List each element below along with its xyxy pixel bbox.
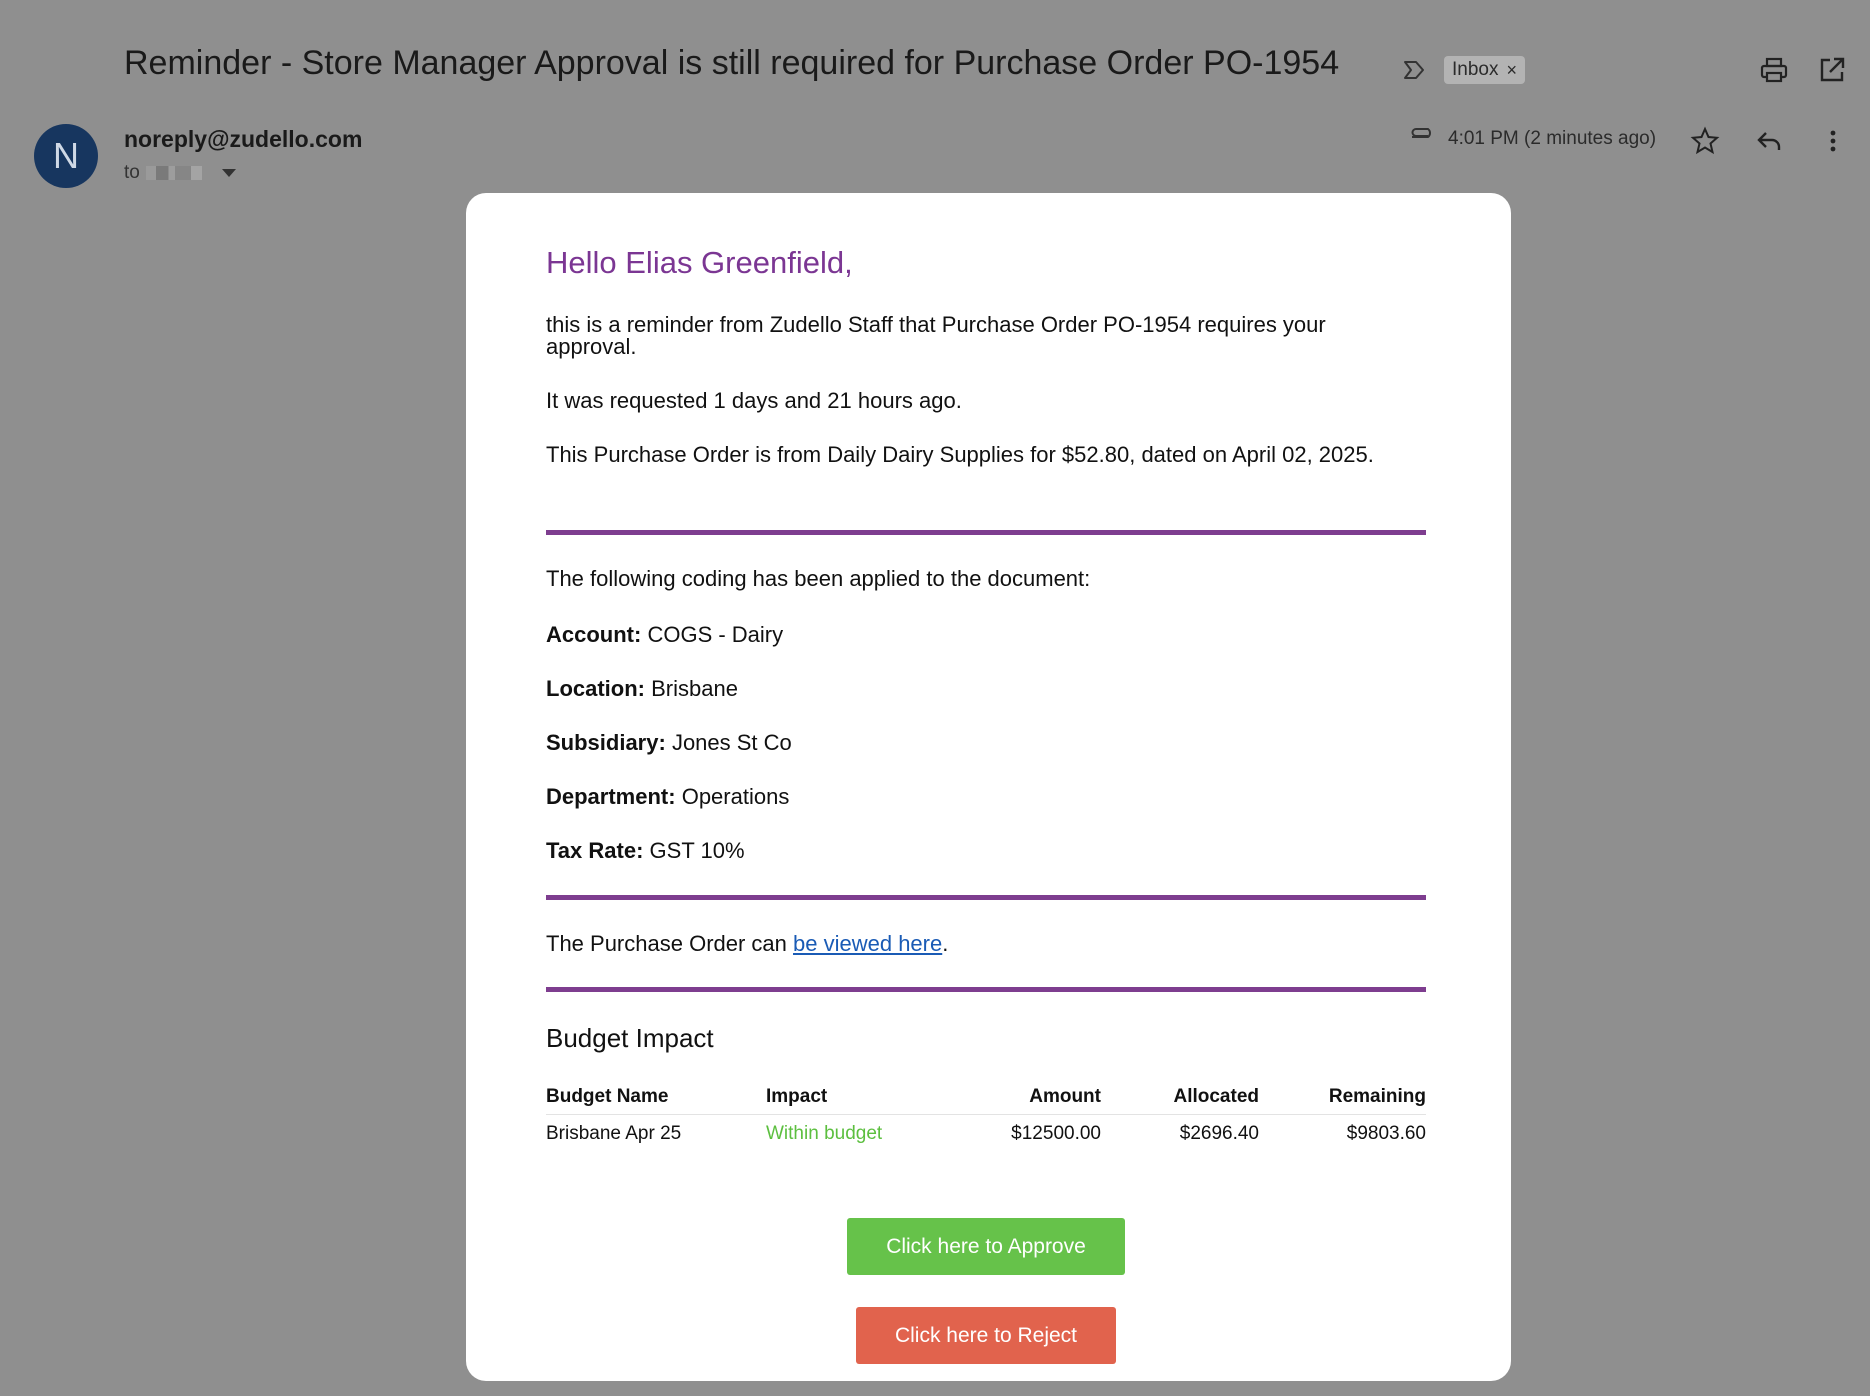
requested-paragraph: It was requested 1 days and 21 hours ago… [546, 388, 962, 413]
table-row: Brisbane Apr 25 Within budget $12500.00 … [546, 1115, 1426, 1146]
coding-department: Department: Operations [546, 784, 789, 810]
coding-label: Subsidiary: [546, 730, 666, 755]
divider [546, 530, 1426, 535]
divider [546, 987, 1426, 992]
attachment-icon [1411, 128, 1431, 138]
view-prefix: The Purchase Order can [546, 931, 794, 956]
open-in-new-window-icon[interactable] [1816, 54, 1848, 86]
greeting: Hello Elias Greenfield, [546, 245, 853, 280]
coding-intro: The following coding has been applied to… [546, 566, 1091, 591]
amount-cell: $12500.00 [1011, 1123, 1101, 1144]
chevron-down-icon[interactable] [221, 169, 236, 177]
column-header: Budget Name [546, 1086, 766, 1115]
reply-icon[interactable] [1754, 126, 1784, 156]
coding-label: Tax Rate: [546, 838, 644, 863]
column-header: Impact [766, 1086, 936, 1115]
sender-email: noreply@zudello.com [124, 126, 363, 152]
view-po-link[interactable]: be viewed here [793, 931, 942, 956]
view-po-line: The Purchase Order can be viewed here. [546, 931, 948, 957]
print-icon[interactable] [1758, 54, 1790, 86]
email-subject: Reminder - Store Manager Approval is sti… [124, 44, 1340, 82]
reminder-paragraph: this is a reminder from Zudello Staff th… [546, 312, 1326, 359]
coding-value: Operations [681, 784, 790, 809]
budget-table: Budget Name Impact Amount Allocated Rema… [546, 1086, 1426, 1145]
divider [546, 895, 1426, 900]
label-arrow-icon[interactable] [1400, 56, 1428, 84]
recipient-line: to [124, 162, 236, 184]
coding-label: Location: [546, 676, 645, 701]
budget-name-cell: Brisbane Apr 25 [546, 1123, 682, 1144]
column-header: Allocated [1101, 1086, 1259, 1115]
budget-header-row: Budget Name Impact Amount Allocated Rema… [546, 1086, 1426, 1115]
coding-account: Account: COGS - Dairy [546, 622, 783, 648]
view-suffix: . [942, 931, 949, 956]
to-label: to [124, 162, 140, 183]
coding-tax-rate: Tax Rate: GST 10% [546, 838, 745, 864]
budget-impact-title: Budget Impact [546, 1023, 714, 1053]
coding-location: Location: Brisbane [546, 676, 738, 702]
approve-button[interactable]: Click here to Approve [847, 1218, 1125, 1275]
inbox-label-text: Inbox [1452, 59, 1499, 80]
more-vert-icon[interactable] [1818, 126, 1848, 156]
star-icon[interactable] [1690, 126, 1720, 156]
allocated-cell: $2696.40 [1179, 1123, 1259, 1144]
avatar: N [34, 124, 98, 188]
coding-value: GST 10% [649, 838, 745, 863]
coding-label: Account: [546, 622, 642, 647]
column-header: Remaining [1259, 1086, 1426, 1115]
remaining-cell: $9803.60 [1346, 1123, 1426, 1144]
email-body-card: Hello Elias Greenfield, this is a remind… [466, 193, 1511, 1381]
inbox-label-chip: Inbox × [1444, 56, 1525, 84]
column-header: Amount [936, 1086, 1101, 1115]
po-details-paragraph: This Purchase Order is from Daily Dairy … [546, 442, 1374, 467]
coding-value: COGS - Dairy [647, 622, 784, 647]
impact-cell: Within budget [766, 1123, 883, 1144]
coding-value: Brisbane [651, 676, 738, 701]
coding-value: Jones St Co [671, 730, 792, 755]
redacted-recipient [145, 166, 202, 180]
close-icon[interactable]: × [1506, 56, 1517, 84]
coding-label: Department: [546, 784, 676, 809]
reject-button[interactable]: Click here to Reject [856, 1307, 1116, 1364]
coding-subsidiary: Subsidiary: Jones St Co [546, 730, 792, 756]
email-timestamp: 4:01 PM (2 minutes ago) [1448, 128, 1657, 149]
